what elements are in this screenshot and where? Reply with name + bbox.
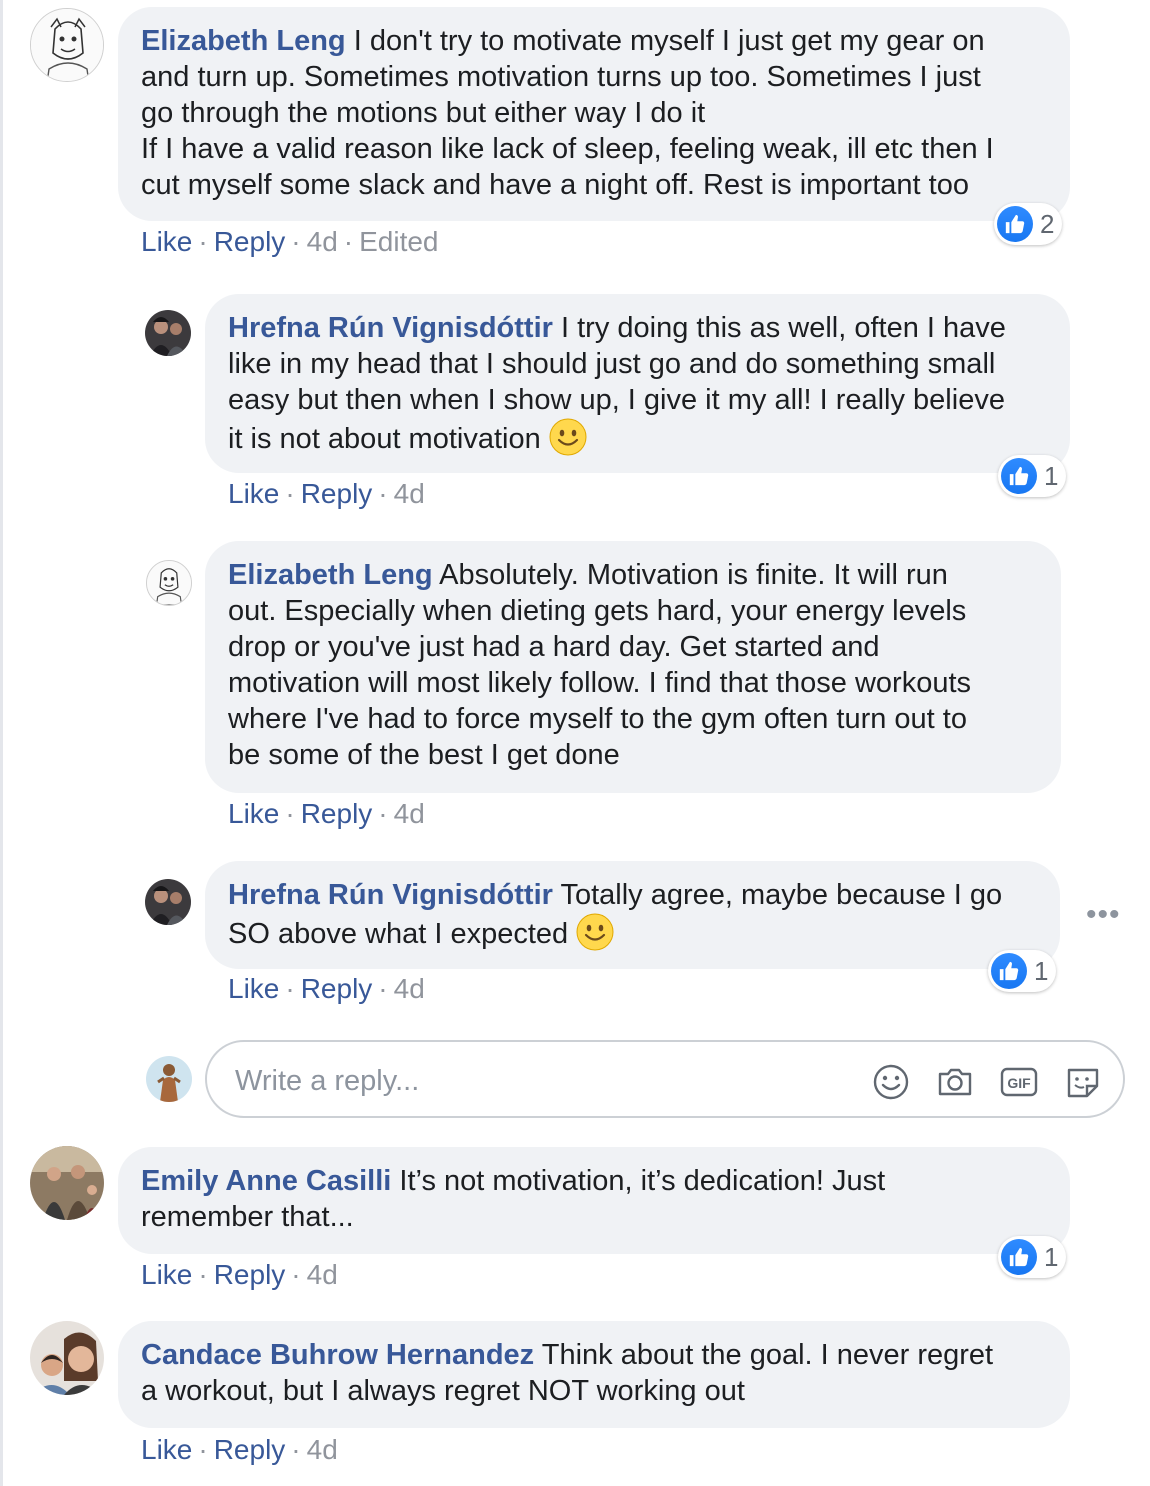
- comment-author[interactable]: Hrefna Rún Vignisdóttir: [228, 879, 553, 911]
- avatar[interactable]: [30, 1321, 104, 1395]
- avatar[interactable]: [30, 8, 104, 82]
- comment-author[interactable]: Emily Anne Casilli: [141, 1165, 391, 1197]
- thumbs-up-icon: [997, 206, 1033, 242]
- reply-link[interactable]: Reply: [214, 1259, 286, 1290]
- like-link[interactable]: Like: [141, 1259, 192, 1290]
- comment-text: easy but then when I show up, I give it …: [228, 384, 1005, 416]
- comment-text: I try doing this as well, often I have: [560, 312, 1006, 344]
- smiley-emoji-icon: [549, 418, 587, 465]
- comment-text: It’s not motivation, it’s dedication! Ju…: [399, 1165, 886, 1197]
- avatar[interactable]: [145, 879, 191, 925]
- comment-bubble: Emily Anne Casilli It’s not motivation, …: [118, 1147, 1070, 1254]
- comment-text: Absolutely. Motivation is finite. It wil…: [439, 559, 948, 591]
- reply-actions: Like · Reply · 4d: [228, 973, 425, 1004]
- sketch-portrait-icon: [147, 561, 191, 605]
- timestamp[interactable]: 4d: [394, 478, 425, 509]
- reply-actions: Like · Reply · 4d: [228, 478, 425, 509]
- comment-actions: Like · Reply · 4d: [141, 1259, 338, 1290]
- comment-text: Totally agree, maybe because I go: [560, 879, 1003, 911]
- reaction-count-value: 1: [1034, 955, 1049, 986]
- like-link[interactable]: Like: [141, 226, 192, 257]
- comment-actions: Like · Reply · 4d · Edited: [141, 226, 439, 257]
- current-user-avatar: [146, 1056, 192, 1102]
- reply-link[interactable]: Reply: [214, 1434, 286, 1465]
- reaction-count[interactable]: 2: [994, 203, 1063, 245]
- timestamp[interactable]: 4d: [394, 973, 425, 1004]
- gif-icon[interactable]: GIF: [999, 1062, 1039, 1102]
- reaction-count[interactable]: 1: [998, 1236, 1067, 1278]
- reply-link[interactable]: Reply: [301, 973, 373, 1004]
- photo-avatar-icon: [30, 1321, 104, 1395]
- avatar[interactable]: [146, 560, 192, 606]
- avatar[interactable]: [30, 1146, 104, 1220]
- reaction-count[interactable]: 1: [988, 950, 1057, 992]
- comment-text: a workout, but I always regret NOT worki…: [141, 1375, 745, 1407]
- camera-icon[interactable]: [935, 1062, 975, 1102]
- reply-link[interactable]: Reply: [301, 798, 373, 829]
- comment-text: where I've had to force myself to the gy…: [228, 703, 967, 735]
- thumbs-up-icon: [1001, 1239, 1037, 1275]
- reply-bubble: Hrefna Rún Vignisdóttir I try doing this…: [205, 294, 1070, 473]
- reply-link[interactable]: Reply: [301, 478, 373, 509]
- comment-text: drop or you've just had a hard day. Get …: [228, 631, 880, 663]
- reply-composer: GIF: [205, 1040, 1125, 1118]
- avatar[interactable]: [145, 310, 191, 356]
- sticker-icon[interactable]: [1063, 1062, 1103, 1102]
- comment-text: it is not about motivation: [228, 423, 541, 455]
- comment-actions: Like · Reply · 4d: [141, 1434, 338, 1465]
- smiley-emoji-icon: [576, 913, 614, 960]
- comment-text: SO above what I expected: [228, 918, 569, 950]
- reaction-count[interactable]: 1: [998, 455, 1067, 497]
- reply-bubble: Hrefna Rún Vignisdóttir Totally agree, m…: [205, 861, 1060, 969]
- comment-text: remember that...: [141, 1201, 354, 1233]
- reaction-count-value: 2: [1040, 208, 1055, 239]
- reply-input[interactable]: [233, 1060, 797, 1102]
- comment-author[interactable]: Candace Buhrow Hernandez: [141, 1339, 534, 1371]
- like-link[interactable]: Like: [141, 1434, 192, 1465]
- comment-text: be some of the best I get done: [228, 739, 620, 771]
- emoji-icon[interactable]: [871, 1062, 911, 1102]
- reaction-count-value: 1: [1044, 460, 1059, 491]
- comment-text: motivation will most likely follow. I fi…: [228, 667, 972, 699]
- reply-actions: Like · Reply · 4d: [228, 798, 425, 829]
- comment-text: out. Especially when dieting gets hard, …: [228, 595, 967, 627]
- thumbs-up-icon: [991, 953, 1027, 989]
- timestamp[interactable]: 4d: [394, 798, 425, 829]
- reaction-count-value: 1: [1044, 1241, 1059, 1272]
- svg-text:GIF: GIF: [1007, 1075, 1031, 1091]
- like-link[interactable]: Like: [228, 478, 279, 509]
- comment-bubble: Candace Buhrow Hernandez Think about the…: [118, 1321, 1070, 1428]
- page-left-border: [0, 0, 3, 1486]
- comment-author[interactable]: Hrefna Rún Vignisdóttir: [228, 312, 553, 344]
- reply-bubble: Elizabeth Leng Absolutely. Motivation is…: [205, 541, 1061, 793]
- comment-text: If I have a valid reason like lack of sl…: [141, 133, 994, 165]
- timestamp[interactable]: 4d: [307, 1434, 338, 1465]
- comment-text: Think about the goal. I never regret: [541, 1339, 994, 1371]
- timestamp[interactable]: 4d: [307, 1259, 338, 1290]
- more-options-icon[interactable]: •••: [1086, 898, 1121, 932]
- photo-avatar-icon: [145, 879, 191, 925]
- edited-label[interactable]: Edited: [359, 226, 438, 257]
- comment-author[interactable]: Elizabeth Leng: [228, 559, 433, 591]
- photo-avatar-icon: [30, 1146, 104, 1220]
- reply-link[interactable]: Reply: [214, 226, 286, 257]
- like-link[interactable]: Like: [228, 798, 279, 829]
- timestamp[interactable]: 4d: [307, 226, 338, 257]
- thumbs-up-icon: [1001, 458, 1037, 494]
- comment-text: like in my head that I should just go an…: [228, 348, 996, 380]
- photo-avatar-icon: [145, 310, 191, 356]
- sketch-portrait-icon: [31, 9, 103, 81]
- comment-text: and turn up. Sometimes motivation turns …: [141, 61, 981, 93]
- photo-avatar-icon: [146, 1056, 192, 1102]
- comment-text: go through the motions but either way I …: [141, 97, 706, 129]
- comment-bubble: Elizabeth Leng I don't try to motivate m…: [118, 7, 1070, 221]
- comment-text: cut myself some slack and have a night o…: [141, 169, 969, 201]
- like-link[interactable]: Like: [228, 973, 279, 1004]
- comment-author[interactable]: Elizabeth Leng: [141, 25, 346, 57]
- comment-text: I don't try to motivate myself I just ge…: [353, 25, 985, 57]
